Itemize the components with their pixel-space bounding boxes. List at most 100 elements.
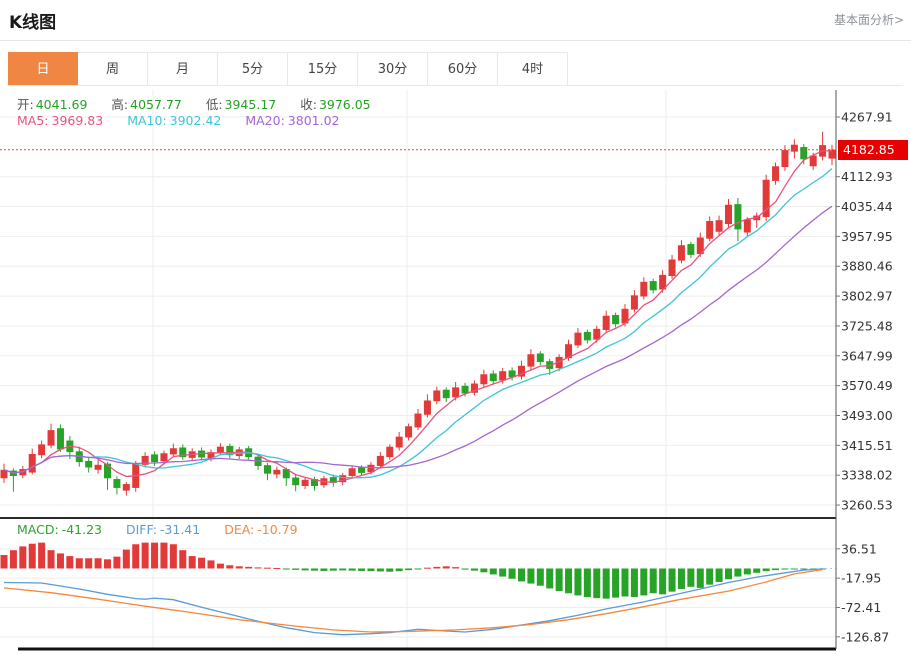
macd-bar bbox=[669, 568, 676, 591]
candle[interactable] bbox=[640, 282, 647, 297]
macd-bar bbox=[415, 568, 422, 569]
candle[interactable] bbox=[537, 353, 544, 361]
candle[interactable] bbox=[386, 447, 393, 457]
candle[interactable] bbox=[650, 281, 657, 290]
candle[interactable] bbox=[669, 259, 676, 276]
candle[interactable] bbox=[443, 390, 450, 398]
macd-bar bbox=[151, 543, 158, 569]
fundamental-analysis-link[interactable]: 基本面分析> bbox=[834, 11, 904, 28]
ma5-label: MA5: bbox=[17, 113, 49, 128]
macd-bar bbox=[29, 544, 36, 569]
ma10-label: MA10: bbox=[127, 113, 166, 128]
candle[interactable] bbox=[772, 166, 779, 181]
candle[interactable] bbox=[38, 444, 45, 455]
candle[interactable] bbox=[800, 147, 807, 159]
macd-bar bbox=[198, 558, 205, 569]
tab-period-3[interactable]: 5分 bbox=[218, 52, 288, 85]
macd-bar bbox=[499, 568, 506, 576]
tab-period-1[interactable]: 周 bbox=[78, 52, 148, 85]
candle[interactable] bbox=[160, 453, 167, 461]
candle[interactable] bbox=[716, 220, 723, 232]
macd-bar bbox=[179, 550, 186, 568]
candle[interactable] bbox=[358, 468, 365, 473]
macd-bar bbox=[330, 568, 337, 570]
macd-bar bbox=[471, 568, 478, 570]
candle[interactable] bbox=[396, 437, 403, 448]
tab-period-0[interactable]: 日 bbox=[8, 52, 78, 85]
candle[interactable] bbox=[781, 150, 788, 167]
high-value: 4057.77 bbox=[130, 97, 182, 112]
macd-bar bbox=[123, 550, 130, 569]
macd-bar bbox=[527, 568, 534, 583]
candle[interactable] bbox=[527, 354, 534, 366]
macd-bar bbox=[76, 558, 83, 568]
candle[interactable] bbox=[631, 295, 638, 309]
macd-bar bbox=[38, 543, 45, 569]
macd-bar bbox=[255, 567, 262, 568]
candle[interactable] bbox=[57, 428, 64, 449]
candle[interactable] bbox=[151, 454, 158, 462]
y-tick-label: 3725.48 bbox=[841, 318, 893, 333]
macd-bar bbox=[781, 568, 788, 569]
candle[interactable] bbox=[574, 333, 581, 346]
macd-bar bbox=[640, 568, 647, 595]
candle[interactable] bbox=[85, 461, 92, 468]
candle[interactable] bbox=[687, 244, 694, 255]
macd-bar bbox=[490, 568, 497, 574]
ma5-line bbox=[4, 151, 832, 483]
candle[interactable] bbox=[462, 386, 469, 394]
y-tick-label: 3493.00 bbox=[841, 408, 893, 423]
candle[interactable] bbox=[349, 468, 356, 476]
macd-bar bbox=[10, 550, 17, 568]
macd-bar bbox=[537, 568, 544, 585]
candle[interactable] bbox=[499, 371, 506, 380]
candle[interactable] bbox=[377, 456, 384, 466]
tab-period-6[interactable]: 60分 bbox=[428, 52, 498, 85]
tab-period-5[interactable]: 30分 bbox=[358, 52, 428, 85]
candle[interactable] bbox=[433, 390, 440, 401]
candle[interactable] bbox=[405, 426, 412, 437]
macd-bar bbox=[132, 544, 139, 568]
dea-value: -10.79 bbox=[257, 522, 297, 537]
candle[interactable] bbox=[424, 400, 431, 414]
candle[interactable] bbox=[415, 414, 422, 428]
chart-area: 4267.914112.934035.443957.953880.463802.… bbox=[0, 90, 911, 652]
tab-period-4[interactable]: 15分 bbox=[288, 52, 358, 85]
candle[interactable] bbox=[113, 479, 120, 488]
candle[interactable] bbox=[612, 315, 619, 324]
y-axis-labels: 4267.914112.934035.443957.953880.463802.… bbox=[836, 109, 893, 644]
ma10-line bbox=[4, 169, 832, 478]
candle[interactable] bbox=[48, 430, 55, 445]
macd-bar bbox=[584, 568, 591, 597]
candle[interactable] bbox=[490, 374, 497, 382]
candle[interactable] bbox=[584, 332, 591, 340]
candle[interactable] bbox=[791, 145, 798, 152]
candle[interactable] bbox=[170, 448, 177, 454]
macd-bar bbox=[264, 568, 271, 569]
high-label: 高: bbox=[111, 97, 128, 112]
tab-period-7[interactable]: 4时 bbox=[498, 52, 568, 85]
macd-bar bbox=[687, 568, 694, 586]
candle[interactable] bbox=[29, 454, 36, 472]
macd-bar bbox=[339, 568, 346, 570]
candle[interactable] bbox=[273, 470, 280, 475]
candle[interactable] bbox=[217, 447, 224, 453]
candle[interactable] bbox=[603, 316, 610, 330]
candle[interactable] bbox=[678, 245, 685, 260]
candle[interactable] bbox=[480, 374, 487, 384]
candle[interactable] bbox=[264, 465, 271, 473]
candle[interactable] bbox=[734, 204, 741, 229]
candle[interactable] bbox=[123, 484, 130, 491]
candle[interactable] bbox=[725, 205, 732, 224]
candle[interactable] bbox=[104, 464, 111, 479]
candle[interactable] bbox=[706, 221, 713, 239]
candle[interactable] bbox=[292, 478, 299, 486]
candle[interactable] bbox=[452, 387, 459, 397]
candle[interactable] bbox=[302, 480, 309, 486]
tab-period-2[interactable]: 月 bbox=[148, 52, 218, 85]
y-tick-label: 3260.53 bbox=[841, 498, 893, 513]
candle[interactable] bbox=[95, 465, 102, 470]
low-label: 低: bbox=[206, 97, 223, 112]
candle[interactable] bbox=[744, 219, 751, 232]
macd-bar bbox=[546, 568, 553, 588]
